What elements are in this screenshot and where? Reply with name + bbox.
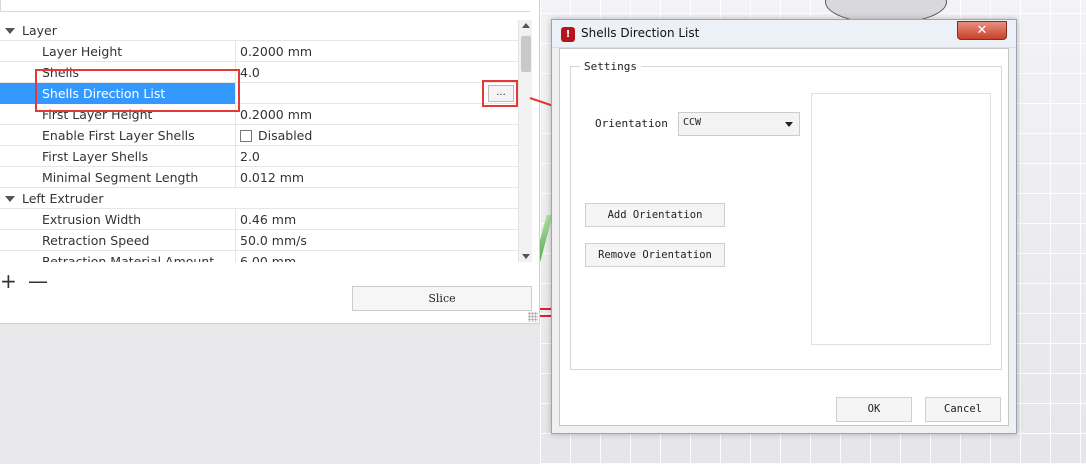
add-setting-plus-icon[interactable]: +	[0, 271, 17, 291]
dialog-titlebar[interactable]: ! Shells Direction List ✕	[552, 20, 1016, 48]
checkbox-label: Disabled	[258, 127, 313, 143]
slice-button[interactable]: Slice	[352, 286, 532, 311]
close-button[interactable]: ✕	[957, 21, 1007, 40]
setting-name: First Layer Shells	[0, 145, 236, 167]
setting-value[interactable]: 2.0	[236, 146, 518, 167]
highlight-box-ellipsis-button	[482, 80, 518, 107]
chevron-down-icon[interactable]	[785, 122, 793, 127]
add-orientation-button[interactable]: Add Orientation	[585, 203, 725, 227]
setting-value[interactable]: 0.2000 mm	[236, 104, 518, 125]
shells-direction-dialog: ! Shells Direction List ✕ Orientation CC…	[551, 19, 1017, 434]
setting-row-extrusion-width[interactable]: Extrusion Width 0.46 mm	[0, 208, 518, 230]
group-label: Left Extruder	[22, 190, 104, 206]
setting-name: Retraction Speed	[0, 229, 236, 251]
group-label: Layer	[22, 22, 57, 38]
settings-panel: Layer Layer Height 0.2000 mm Shells 4.0 …	[0, 0, 540, 324]
settings-groupbox: Orientation CCW Add Orientation Remove O…	[570, 66, 1002, 370]
remove-orientation-button[interactable]: Remove Orientation	[585, 243, 725, 267]
group-left-extruder[interactable]: Left Extruder	[0, 188, 518, 209]
setting-row-retraction-speed[interactable]: Retraction Speed 50.0 mm/s	[0, 229, 518, 251]
setting-row-retraction-material-amount[interactable]: Retraction Material Amount 6.00 mm	[0, 250, 518, 263]
setting-row-layer-height[interactable]: Layer Height 0.2000 mm	[0, 40, 518, 62]
setting-value[interactable]: 50.0 mm/s	[236, 230, 518, 251]
warning-shield-icon: !	[561, 27, 575, 42]
setting-name: Layer Height	[0, 40, 236, 62]
setting-value[interactable]: 0.012 mm	[236, 167, 518, 188]
setting-name: Minimal Segment Length	[0, 166, 236, 188]
setting-name: Retraction Material Amount	[0, 250, 236, 262]
scroll-thumb[interactable]	[521, 36, 531, 72]
resize-grip-icon[interactable]	[528, 312, 538, 322]
setting-value[interactable]: 6.00 mm	[236, 251, 518, 263]
setting-name: Extrusion Width	[0, 208, 236, 230]
ok-button[interactable]: OK	[836, 397, 912, 422]
settings-tree: Layer Layer Height 0.2000 mm Shells 4.0 …	[0, 20, 518, 262]
settings-groupbox-title: Settings	[580, 60, 641, 73]
orientation-value: CCW	[683, 117, 702, 128]
remove-setting-minus-icon[interactable]: —	[28, 271, 48, 291]
orientation-label: Orientation	[595, 117, 668, 130]
highlight-box-shells-direction	[35, 69, 240, 112]
setting-row-enable-first-layer-shells[interactable]: Enable First Layer Shells Disabled	[0, 124, 518, 146]
setting-value-cell: Disabled	[236, 125, 518, 146]
setting-value[interactable]: 0.46 mm	[236, 209, 518, 230]
group-layer[interactable]: Layer	[0, 20, 518, 41]
orientation-dropdown[interactable]: CCW	[678, 112, 800, 136]
panel-top-field	[0, 0, 530, 12]
expand-triangle-icon[interactable]	[5, 28, 15, 34]
setting-name: Enable First Layer Shells	[0, 124, 236, 146]
setting-value[interactable]: 0.2000 mm	[236, 41, 518, 62]
scroll-up-arrow-icon[interactable]	[522, 23, 530, 28]
expand-triangle-icon[interactable]	[5, 196, 15, 202]
cancel-button[interactable]: Cancel	[925, 397, 1001, 422]
setting-row-minimal-segment-length[interactable]: Minimal Segment Length 0.012 mm	[0, 166, 518, 188]
setting-row-first-layer-shells[interactable]: First Layer Shells 2.0	[0, 145, 518, 167]
dialog-body: Orientation CCW Add Orientation Remove O…	[559, 48, 1009, 426]
scroll-down-arrow-icon[interactable]	[522, 254, 530, 259]
orientation-list[interactable]	[811, 93, 991, 345]
setting-value[interactable]: 4.0	[236, 62, 518, 83]
checkbox[interactable]	[240, 129, 252, 142]
setting-value[interactable]	[236, 83, 518, 104]
dialog-title: Shells Direction List	[581, 26, 700, 40]
